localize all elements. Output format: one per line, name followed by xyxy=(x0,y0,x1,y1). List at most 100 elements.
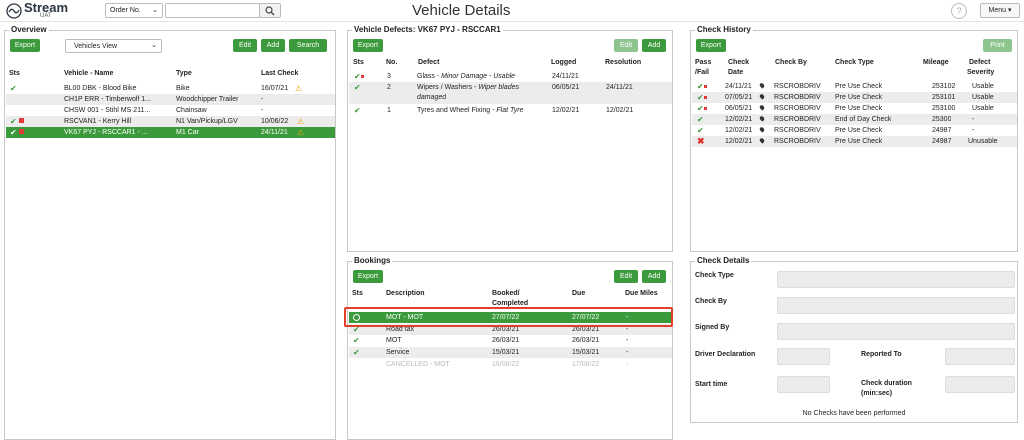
check-mileage: 253101 xyxy=(932,94,956,101)
bookings-edit-button[interactable]: Edit xyxy=(614,270,638,283)
signed-by-field xyxy=(777,323,1015,340)
driver-declaration-label: Driver Declaration xyxy=(695,351,756,358)
defects-edit-button[interactable]: Edit xyxy=(614,39,638,52)
col-sts[interactable]: Sts xyxy=(9,69,20,78)
table-row[interactable]: ✔ 2 Wipers / Washers - Wiper blades dama… xyxy=(349,82,672,104)
check-type: Pre Use Check xyxy=(835,94,883,101)
booking-due: 15/03/21 xyxy=(572,349,600,356)
check-severity: Usable xyxy=(972,83,994,90)
col-no[interactable]: No. xyxy=(386,58,397,67)
col-last-check[interactable]: Last Check xyxy=(261,69,298,78)
table-row[interactable]: ✔ MOT 26/03/21 26/03/21 - xyxy=(349,335,672,346)
overview-search-button[interactable]: Search xyxy=(289,39,327,52)
overview-export-button[interactable]: Export xyxy=(10,39,40,52)
table-row-selected[interactable]: ✔ VK67 PYJ - RSCCAR1 - ... M1 Car 24/11/… xyxy=(6,127,335,138)
col-date[interactable]: Date xyxy=(728,68,743,77)
bookings-export-button[interactable]: Export xyxy=(353,270,383,283)
table-row[interactable]: ✔ BL00 DBK - Blood Bike Bike 16/07/21 ⚠ xyxy=(6,83,335,94)
col-booked[interactable]: Booked/ xyxy=(492,289,520,298)
help-icon[interactable]: ? xyxy=(951,3,967,19)
history-print-button[interactable]: Print xyxy=(983,39,1012,52)
location-pin-icon[interactable] xyxy=(758,115,766,122)
col-mileage[interactable]: Mileage xyxy=(923,58,949,67)
search-icon xyxy=(265,6,275,16)
check-details-panel: Check Details Check Type Check By Signed… xyxy=(690,256,1018,423)
table-row[interactable]: ✔ 1 Tyres and Wheel Fixing - Flat Tyre 1… xyxy=(349,105,672,116)
col-logged[interactable]: Logged xyxy=(551,58,576,67)
defect-resolution: 12/02/21 xyxy=(606,107,634,114)
history-export-button[interactable]: Export xyxy=(696,39,726,52)
col-sts[interactable]: Sts xyxy=(353,58,364,67)
table-row[interactable]: CH1P ERR - Timberwolf 1... Woodchipper T… xyxy=(6,94,335,105)
col-check-by[interactable]: Check By xyxy=(775,58,807,67)
vehicle-type: Chainsaw xyxy=(176,107,207,114)
table-row[interactable]: ✔ 06/05/21 RSCROBDRIV Pre Use Check 2531… xyxy=(692,103,1017,114)
search-input[interactable] xyxy=(165,3,260,18)
col-pass[interactable]: Pass xyxy=(695,58,711,67)
location-pin-icon[interactable] xyxy=(758,93,766,100)
check-mileage: 25300 xyxy=(932,116,952,123)
defect-note-2: damaged xyxy=(417,94,447,101)
check-type: Pre Use Check xyxy=(835,83,883,90)
defect-desc: Tyres and Wheel Fixing - Flat Tyre xyxy=(417,106,523,115)
defects-export-button[interactable]: Export xyxy=(353,39,383,52)
menu-button[interactable]: Menu ▾ xyxy=(980,3,1020,18)
defect-logged: 24/11/21 xyxy=(552,73,579,80)
col-defect[interactable]: Defect xyxy=(969,58,990,67)
table-row[interactable]: ✔ 07/05/21 RSCROBDRIV Pre Use Check 2531… xyxy=(692,92,1017,103)
table-row[interactable]: ✔ RSCVAN1 - Kerry Hill N1 Van/Pickup/LGV… xyxy=(6,116,335,127)
overview-add-button[interactable]: Add xyxy=(261,39,285,52)
check-by: RSCROBDRIV xyxy=(774,127,821,134)
col-description[interactable]: Description xyxy=(386,289,425,298)
bookings-panel: Bookings Export Edit Add Sts Description… xyxy=(347,256,673,440)
table-row[interactable]: ✔ 3 Glass - Minor Damage - Usable 24/11/… xyxy=(349,71,672,82)
search-type-value: Order No. xyxy=(110,7,141,14)
check-by: RSCROBDRIV xyxy=(774,116,821,123)
defect-no: 2 xyxy=(387,84,391,91)
col-sts[interactable]: Sts xyxy=(352,289,363,298)
table-row[interactable]: ✖ 12/02/21 RSCROBDRIV Pre Use Check 2498… xyxy=(692,136,1017,147)
col-check-type[interactable]: Check Type xyxy=(835,58,874,67)
location-pin-icon[interactable] xyxy=(758,104,766,111)
check-type: Pre Use Check xyxy=(835,138,883,145)
vehicles-view-select[interactable]: Vehicles View ⌄ xyxy=(65,39,162,53)
col-check[interactable]: Check xyxy=(728,58,749,67)
table-row[interactable]: CHSW 001 - Stihl MS 211... Chainsaw - xyxy=(6,105,335,116)
table-row[interactable]: ✔ 24/11/21 RSCROBDRIV Pre Use Check 2531… xyxy=(692,81,1017,92)
col-resolution[interactable]: Resolution xyxy=(605,58,641,67)
bookings-add-button[interactable]: Add xyxy=(642,270,666,283)
location-pin-icon[interactable] xyxy=(758,82,766,89)
table-row[interactable]: ✔ 12/02/21 RSCROBDRIV Pre Use Check 2498… xyxy=(692,125,1017,136)
defect-no: 1 xyxy=(387,107,391,114)
empty-message: No Checks have been performed xyxy=(802,410,906,417)
col-due-miles[interactable]: Due Miles xyxy=(625,289,658,298)
last-check: 24/11/21 xyxy=(261,129,288,136)
check-by: RSCROBDRIV xyxy=(774,138,821,145)
vehicle-type: Woodchipper Trailer xyxy=(176,96,239,103)
location-pin-icon[interactable] xyxy=(758,137,766,144)
overview-edit-button[interactable]: Edit xyxy=(233,39,257,52)
app-logo[interactable]: Stream UAT xyxy=(6,0,86,21)
table-row[interactable]: CANCELLED - MOT 16/08/22 17/08/22 - xyxy=(349,359,672,370)
selection-highlight xyxy=(344,307,673,327)
check-severity: Usable xyxy=(972,105,994,112)
col-defect[interactable]: Defect xyxy=(418,58,439,67)
warning-icon: ⚠ xyxy=(297,117,305,126)
vehicle-name: RSCVAN1 - Kerry Hill xyxy=(64,118,132,125)
check-icon: ✔ xyxy=(10,84,17,93)
defects-add-button[interactable]: Add xyxy=(642,39,666,52)
table-row[interactable]: ✔ 12/02/21 RSCROBDRIV End of Day Check 2… xyxy=(692,114,1017,125)
col-fail[interactable]: /Fail xyxy=(695,68,709,77)
search-button[interactable] xyxy=(259,3,281,18)
vehicle-type: Bike xyxy=(176,85,190,92)
search-type-select[interactable]: Order No. ⌄ xyxy=(105,3,163,18)
col-type[interactable]: Type xyxy=(176,69,192,78)
overview-title: Overview xyxy=(9,25,49,34)
top-bar: Stream UAT Order No. ⌄ Vehicle Details ?… xyxy=(0,0,1024,22)
table-row[interactable]: ✔ Service 15/03/21 15/03/21 - xyxy=(349,347,672,358)
col-vehicle-name[interactable]: Vehicle - Name xyxy=(64,69,113,78)
location-pin-icon[interactable] xyxy=(758,126,766,133)
check-by: RSCROBDRIV xyxy=(774,105,821,112)
col-due[interactable]: Due xyxy=(572,289,585,298)
col-severity[interactable]: Severity xyxy=(967,68,994,77)
